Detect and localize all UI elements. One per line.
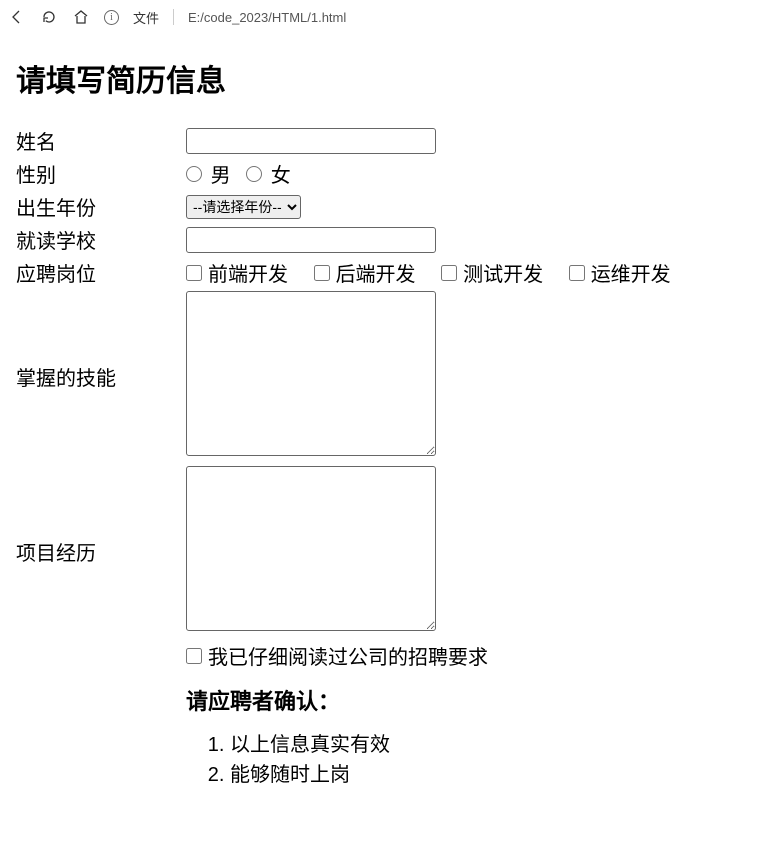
label-birth: 出生年份 (16, 190, 186, 223)
label-skills: 掌握的技能 (16, 289, 186, 464)
page-content: 请填写简历信息 姓名 性别 男 女 出生年份 --请选择年份-- 就读学校 (0, 34, 770, 800)
row-position: 应聘岗位 前端开发 后端开发 测试开发 运维开发 (16, 256, 691, 289)
info-icon: i (104, 10, 119, 25)
checkbox-ops[interactable] (569, 265, 585, 281)
projects-textarea[interactable] (186, 466, 436, 631)
row-agree: 我已仔细阅读过公司的招聘要求 (16, 639, 691, 672)
url-text: E:/code_2023/HTML/1.html (188, 10, 346, 25)
label-name: 姓名 (16, 124, 186, 157)
checkbox-backend-label: 后端开发 (336, 258, 416, 287)
birth-year-select[interactable]: --请选择年份-- (186, 195, 301, 219)
checkbox-test[interactable] (441, 265, 457, 281)
school-input[interactable] (186, 227, 436, 253)
skills-textarea[interactable] (186, 291, 436, 456)
label-position: 应聘岗位 (16, 256, 186, 289)
row-name: 姓名 (16, 124, 691, 157)
file-scheme-label: 文件 (133, 8, 159, 27)
checkbox-frontend[interactable] (186, 265, 202, 281)
checkbox-backend[interactable] (314, 265, 330, 281)
row-school: 就读学校 (16, 223, 691, 256)
row-skills: 掌握的技能 (16, 289, 691, 464)
row-gender: 性别 男 女 (16, 157, 691, 190)
refresh-icon[interactable] (40, 8, 58, 26)
confirm-item-1: 以上信息真实有效 (230, 730, 691, 760)
checkbox-frontend-label: 前端开发 (208, 258, 288, 287)
name-input[interactable] (186, 128, 436, 154)
radio-male-label: 男 (211, 165, 231, 187)
confirm-item-2: 能够随时上岗 (230, 760, 691, 790)
label-projects: 项目经历 (16, 464, 186, 639)
row-projects: 项目经历 (16, 464, 691, 639)
home-icon[interactable] (72, 8, 90, 26)
resume-form-table: 姓名 性别 男 女 出生年份 --请选择年份-- 就读学校 应聘 (16, 124, 691, 792)
checkbox-agree-label: 我已仔细阅读过公司的招聘要求 (208, 641, 488, 670)
checkbox-ops-label: 运维开发 (591, 258, 671, 287)
confirm-list: 以上信息真实有效 能够随时上岗 (186, 730, 691, 790)
row-birth: 出生年份 --请选择年份-- (16, 190, 691, 223)
page-title: 请填写简历信息 (16, 56, 754, 100)
label-gender: 性别 (16, 157, 186, 190)
radio-female[interactable] (246, 166, 262, 182)
confirm-title: 请应聘者确认： (186, 684, 691, 716)
checkbox-agree[interactable] (186, 648, 202, 664)
label-school: 就读学校 (16, 223, 186, 256)
radio-female-label: 女 (271, 165, 291, 187)
row-confirm: 请应聘者确认： 以上信息真实有效 能够随时上岗 (16, 672, 691, 792)
browser-toolbar: i 文件 E:/code_2023/HTML/1.html (0, 0, 770, 34)
url-divider (173, 9, 174, 25)
back-icon[interactable] (8, 8, 26, 26)
radio-male[interactable] (186, 166, 202, 182)
checkbox-test-label: 测试开发 (463, 258, 543, 287)
